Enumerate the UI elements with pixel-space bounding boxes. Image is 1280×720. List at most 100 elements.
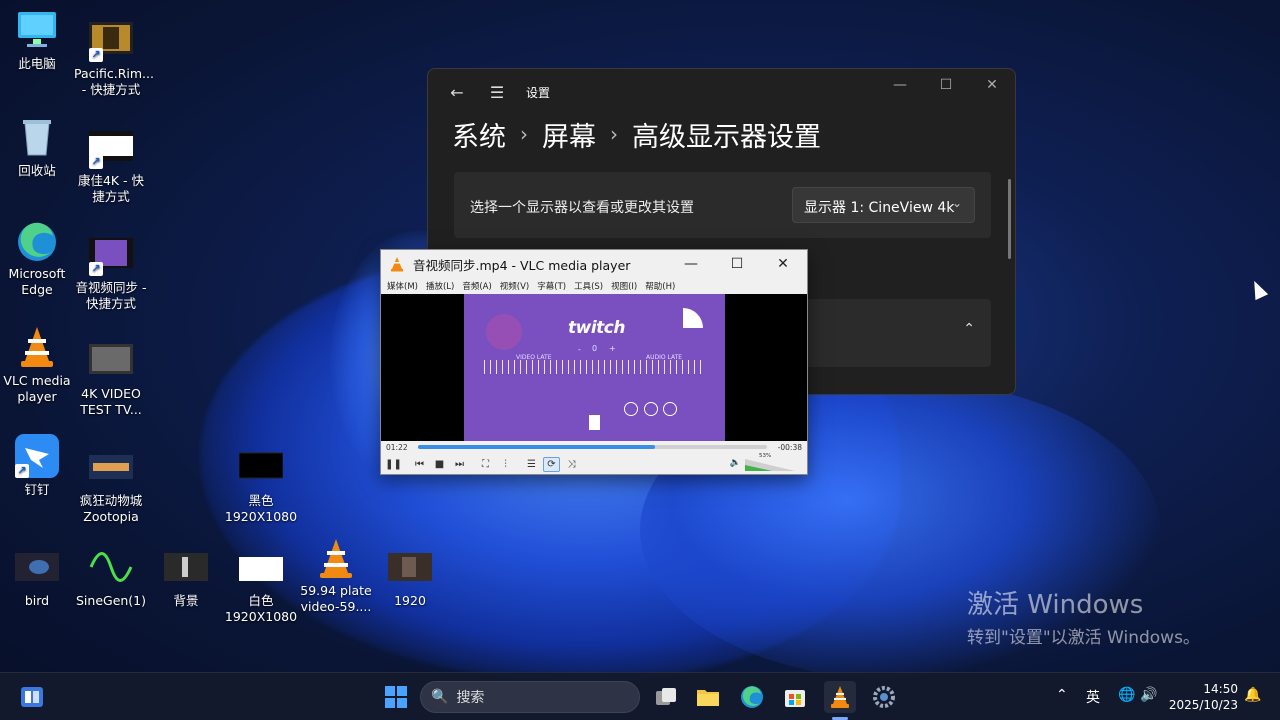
video-circle <box>624 402 638 416</box>
video-thumbnail-icon: ↗ <box>89 18 133 62</box>
desktop-icon-4k-video-test[interactable]: 4K VIDEO TEST TV... <box>74 338 148 418</box>
desktop-icon-this-pc[interactable]: 此电脑 <box>0 8 74 72</box>
minimize-button[interactable]: — <box>877 69 923 101</box>
vlc-close-button[interactable]: ✕ <box>761 252 805 276</box>
volume-icon[interactable]: 🔊 <box>1140 687 1157 703</box>
menu-help[interactable]: 帮助(H) <box>645 280 675 292</box>
display-select-dropdown[interactable]: 显示器 1: CineView 4k ⌄ <box>792 187 975 223</box>
desktop-icon-vlc[interactable]: VLC media player <box>0 325 74 405</box>
desktop-icon-dingtalk[interactable]: ↗ 钉钉 <box>0 434 74 498</box>
menu-playback[interactable]: 播放(L) <box>426 280 454 292</box>
twitch-logo: twitch <box>568 318 625 338</box>
vlc-minimize-button[interactable]: — <box>669 252 713 276</box>
breadcrumb-system[interactable]: 系统 <box>452 115 506 154</box>
notification-bell-icon[interactable]: 🔔 <box>1244 687 1261 703</box>
task-view-icon[interactable] <box>650 681 682 713</box>
chevron-up-icon[interactable]: ⌃ <box>1056 687 1068 703</box>
volume-percent: 53% <box>759 453 772 459</box>
close-button[interactable]: ✕ <box>969 69 1015 101</box>
video-circle <box>663 402 677 416</box>
stop-icon[interactable]: ■ <box>431 457 448 472</box>
clock-date: 2025/10/23 <box>1168 698 1238 712</box>
image-thumbnail-icon <box>238 445 284 489</box>
time-remaining: -00:38 <box>777 443 802 452</box>
menu-view[interactable]: 视图(I) <box>611 280 637 292</box>
chevron-up-icon[interactable]: ⌃ <box>963 321 975 337</box>
desktop-icon-1920[interactable]: 1920 <box>373 545 447 609</box>
pause-icon[interactable]: ❚❚ <box>385 457 402 472</box>
breadcrumb-advanced-display: 高级显示器设置 <box>632 122 821 153</box>
maximize-button[interactable]: ☐ <box>923 69 969 101</box>
desktop-icon-av-sync[interactable]: ↗ 音视频同步 - 快捷方式 <box>74 232 148 312</box>
hamburger-menu-icon[interactable]: ☰ <box>482 77 512 107</box>
microsoft-store-icon[interactable] <box>779 681 811 713</box>
desktop-icon-label: bird <box>24 593 50 608</box>
network-globe-icon[interactable]: 🌐 <box>1118 687 1135 703</box>
extended-settings-icon[interactable]: ⫶ <box>497 457 514 472</box>
ime-indicator[interactable]: 英 <box>1086 687 1100 707</box>
desktop-icon-recycle-bin[interactable]: 回收站 <box>0 115 74 179</box>
settings-title: 设置 <box>526 85 551 100</box>
seek-track[interactable] <box>418 445 767 449</box>
desktop-icon-konka-4k[interactable]: ↗ 康佳4K - 快 捷方式 <box>74 125 148 205</box>
playlist-icon[interactable]: ☰ <box>523 457 540 472</box>
chevron-right-icon: › <box>520 122 528 146</box>
settings-gear-icon[interactable] <box>868 681 900 713</box>
shuffle-icon[interactable]: ⤨ <box>563 457 580 472</box>
edge-icon[interactable] <box>736 681 768 713</box>
vlc-cone-icon <box>391 257 403 272</box>
video-thumbnail-icon <box>89 338 133 382</box>
activation-subtitle: 转到"设置"以激活 Windows。 <box>967 628 1200 648</box>
start-windows-icon[interactable] <box>380 681 412 713</box>
desktop-icon-zootopia[interactable]: 疯狂动物城 Zootopia <box>74 445 148 525</box>
speaker-icon[interactable]: 🔈 <box>730 458 741 468</box>
desktop-icon-label: 此电脑 <box>18 56 56 71</box>
breadcrumb-display[interactable]: 屏幕 <box>542 115 596 154</box>
desktop-icon-black-image[interactable]: 黑色 1920X1080 <box>224 445 298 525</box>
desktop-icon-label: 1920 <box>394 593 426 608</box>
search-icon: 🔍 <box>431 689 449 705</box>
display-select-value: 显示器 1: CineView 4k <box>804 200 955 216</box>
desktop-icon-white-image[interactable]: 白色 1920X1080 <box>224 545 298 625</box>
scrollbar[interactable] <box>1008 179 1011 259</box>
vlc-taskbar-icon[interactable] <box>824 681 856 713</box>
previous-icon[interactable]: ⏮ <box>411 457 428 472</box>
fullscreen-icon[interactable]: ⛶ <box>477 457 494 472</box>
menu-media[interactable]: 媒体(M) <box>387 280 418 292</box>
chevron-right-icon: › <box>610 122 618 146</box>
back-arrow-icon[interactable]: ← <box>442 77 472 107</box>
video-pie-shape <box>683 308 703 328</box>
vlc-window[interactable]: 音视频同步.mp4 - VLC media player — ☐ ✕ 媒体(M)… <box>380 249 808 475</box>
loop-icon[interactable]: ⟳ <box>543 456 560 472</box>
sync-tick-ruler <box>484 360 704 374</box>
desktop-icon-bird[interactable]: bird <box>0 545 74 609</box>
widgets-icon[interactable] <box>16 681 48 713</box>
menu-tools[interactable]: 工具(S) <box>574 280 603 292</box>
vlc-cone-icon <box>314 535 358 579</box>
file-explorer-icon[interactable] <box>692 681 724 713</box>
seek-bar[interactable]: 01:22 -00:38 <box>381 442 807 454</box>
video-area[interactable]: twitch - 0 + VIDEO LATE AUDIO LATE <box>381 294 807 441</box>
menu-subtitle[interactable]: 字幕(T) <box>537 280 566 292</box>
volume-slider[interactable]: 53% <box>745 453 795 471</box>
desktop-icon-background[interactable]: 背景 <box>149 545 223 609</box>
recycle-bin-icon <box>15 115 59 159</box>
seek-fill <box>418 445 656 449</box>
desktop-icon-pacific-rim[interactable]: ↗ Pacific.Rim... - 快捷方式 <box>74 18 154 98</box>
next-icon[interactable]: ⏭ <box>451 457 468 472</box>
clock[interactable]: 14:50 2025/10/23 <box>1168 681 1238 713</box>
desktop-icon-59-94-plate[interactable]: 59.94 plate video-59.... <box>299 535 373 615</box>
desktop-icon-edge[interactable]: Microsoft Edge <box>0 218 74 298</box>
display-select-label: 选择一个显示器以查看或更改其设置 <box>470 200 694 216</box>
menu-audio[interactable]: 音频(A) <box>462 280 491 292</box>
taskbar-search[interactable]: 🔍 搜索 <box>420 681 640 713</box>
desktop-icon-label: 59.94 plate video-59.... <box>300 583 372 614</box>
vlc-maximize-button[interactable]: ☐ <box>715 252 759 276</box>
activation-watermark: 激活 Windows 转到"设置"以激活 Windows。 <box>967 584 1200 648</box>
desktop-icon-sinegen[interactable]: SineGen(1) <box>74 545 148 609</box>
desktop-icon-label: 康佳4K - 快 捷方式 <box>77 173 145 204</box>
sine-wave-icon <box>89 545 133 589</box>
menu-video[interactable]: 视频(V) <box>500 280 529 292</box>
display-select-card: 选择一个显示器以查看或更改其设置 显示器 1: CineView 4k ⌄ <box>454 172 991 238</box>
desktop-icon-label: 背景 <box>173 593 199 608</box>
